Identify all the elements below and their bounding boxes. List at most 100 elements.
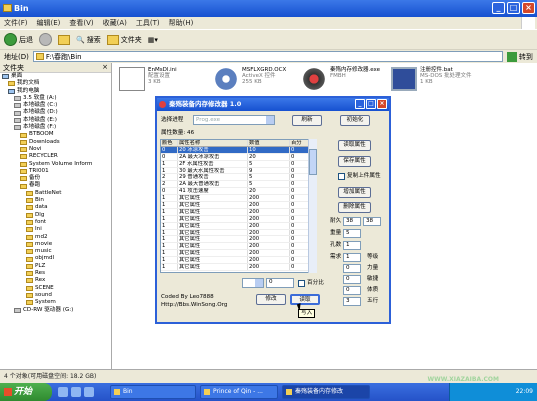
menu-favorites[interactable]: 收藏(A) [103, 18, 127, 28]
tree-item[interactable]: 备份 [0, 175, 111, 182]
tree-item[interactable]: Rex [0, 277, 111, 284]
table-row[interactable]: 2 2A 最大普通攻击 5 0 [161, 181, 316, 189]
tree-item[interactable]: PLZ [0, 263, 111, 270]
menu-tools[interactable]: 工具(T) [136, 18, 160, 28]
maximize-button[interactable]: □ [507, 2, 520, 14]
process-select[interactable]: Prog.exe [193, 115, 275, 125]
media-icon[interactable] [84, 387, 94, 397]
tree-item[interactable]: objmdl [0, 255, 111, 262]
tree-item[interactable]: SCENE [0, 285, 111, 292]
column-header-name[interactable]: 属性名称 [178, 140, 248, 146]
tree-item[interactable]: sound [0, 292, 111, 299]
tree-item[interactable]: 我的文档 [0, 80, 111, 87]
dialog-minimize-button[interactable]: _ [355, 99, 365, 109]
tree-item[interactable]: 本地磁盘 (E:) [0, 117, 111, 124]
menu-file[interactable]: 文件(F) [4, 18, 28, 28]
table-row[interactable]: 0 20 冰凉攻击 10 0 [161, 146, 316, 154]
percent-checkbox[interactable] [298, 280, 305, 287]
menu-edit[interactable]: 编辑(E) [37, 18, 61, 28]
column-header-percent[interactable]: 百分 [290, 140, 310, 146]
tree-item[interactable]: TRI001 [0, 168, 111, 175]
tree-item[interactable]: System [0, 299, 111, 306]
close-button[interactable]: × [522, 2, 535, 14]
tree-item[interactable]: BattleNet [0, 190, 111, 197]
delete-attribute-button[interactable]: 删除属性 [338, 202, 371, 213]
file-item[interactable]: EnMsDl.ini 配置设置 3 KB [119, 67, 177, 91]
read-attributes-button[interactable]: 读取属性 [338, 140, 371, 151]
holes-input[interactable]: 1 [343, 241, 361, 250]
value-select[interactable] [242, 278, 264, 288]
copy-attrs-checkbox[interactable] [338, 173, 345, 180]
table-row[interactable]: 1 其它属性 200 0 [161, 236, 316, 244]
address-input[interactable]: F:\春跑\Bin [32, 51, 503, 62]
column-header-color[interactable]: 颜色 [161, 140, 178, 146]
read-button[interactable]: 读取 [290, 294, 320, 305]
init-button[interactable]: 初始化 [340, 115, 370, 126]
column-header-value[interactable]: 数值 [248, 140, 290, 146]
start-button[interactable]: 开始 [0, 383, 52, 401]
scrollbar-thumb[interactable] [309, 149, 317, 175]
tree-item[interactable]: CD-RW 驱动器 (G:) [0, 307, 111, 314]
back-button[interactable]: 后退 [4, 33, 33, 46]
dialog-maximize-button[interactable]: □ [366, 99, 376, 109]
go-button[interactable]: 转到 [506, 51, 533, 62]
tree-item[interactable]: Ini [0, 226, 111, 233]
taskbar-item-bin[interactable]: Bin [110, 385, 196, 399]
tree-item[interactable]: movie [0, 241, 111, 248]
tree-item[interactable]: data [0, 204, 111, 211]
table-row[interactable]: 1 其它属性 200 0 [161, 257, 316, 265]
durability-current-input[interactable]: 38 [343, 217, 361, 226]
forward-button[interactable] [39, 33, 52, 46]
table-row[interactable]: 0 2A 最大冰凉攻击 20 0 [161, 153, 316, 161]
tree-item[interactable]: font [0, 219, 111, 226]
tree-item[interactable]: BTBOOM [0, 131, 111, 138]
folders-button[interactable]: 文件夹 [106, 34, 142, 45]
modify-button[interactable]: 修改 [256, 294, 286, 305]
taskbar-item-trainer[interactable]: 秦殇装备内存修改 [282, 385, 370, 399]
file-item[interactable]: 秦殇内存修改器.exe FMBH [301, 67, 380, 91]
table-row[interactable]: 0 41 攻击速度 20 0 [161, 188, 316, 196]
requirement-input[interactable]: 1 [343, 253, 361, 262]
up-button[interactable] [58, 34, 70, 45]
table-row[interactable]: 1 30 最大水属性攻击 9 0 [161, 167, 316, 175]
tree-item[interactable]: md2 [0, 234, 111, 241]
views-button[interactable]: ▦▾ [148, 36, 158, 44]
durability-max-input[interactable]: 38 [363, 217, 381, 226]
strength-input[interactable]: 0 [343, 264, 361, 273]
add-attribute-button[interactable]: 增加属性 [338, 187, 371, 198]
ie-icon[interactable] [71, 387, 81, 397]
table-row[interactable]: 1 其它属性 200 0 [161, 264, 316, 271]
tree-item[interactable]: music [0, 248, 111, 255]
attribute-table[interactable]: 颜色 属性名称 数值 百分 0 20 冰凉攻击 10 0 0 2A 最大冰凉攻击 20 0 1 2… [160, 139, 317, 273]
constitution-input[interactable]: 0 [343, 286, 361, 295]
file-item[interactable]: 注册控件.bat MS-DOS 批处理文件 1 KB [391, 67, 472, 91]
folder-pane-close-button[interactable]: × [102, 63, 108, 72]
weight-input[interactable]: 5 [343, 229, 361, 238]
five-elements-input[interactable]: 3 [343, 297, 361, 306]
tree-item[interactable]: Novi [0, 146, 111, 153]
table-row[interactable]: 1 2F 水属性攻击 5 0 [161, 160, 316, 168]
table-row[interactable]: 1 其它属性 200 0 [161, 222, 316, 230]
refresh-button[interactable]: 刷新 [292, 115, 322, 126]
table-row[interactable]: 1 其它属性 200 0 [161, 202, 316, 209]
file-item[interactable]: MSFLXGRD.OCX ActiveX 控件 255 KB [213, 67, 286, 91]
tree-item[interactable]: System Volume Inform [0, 161, 111, 168]
tree-item[interactable]: Bin [0, 197, 111, 204]
agility-input[interactable]: 0 [343, 275, 361, 284]
menu-help[interactable]: 帮助(H) [169, 18, 194, 28]
table-row[interactable]: 1 其它属性 200 0 [161, 229, 316, 237]
tree-item[interactable]: 本地磁盘 (F:) [0, 124, 111, 131]
tree-item[interactable]: Downloads [0, 139, 111, 146]
tree-item[interactable]: Res [0, 270, 111, 277]
table-row[interactable]: 1 其它属性 200 0 [161, 243, 316, 251]
search-button[interactable]: 🔍 搜索 [76, 35, 101, 45]
tree-item[interactable]: RECYCLER [0, 153, 111, 160]
table-row[interactable]: 1 其它属性 200 0 [161, 195, 316, 203]
dialog-close-button[interactable]: × [377, 99, 387, 109]
tree-item[interactable]: 本地磁盘 (D:) [0, 109, 111, 116]
desktop-icon[interactable] [58, 387, 68, 397]
tree-item[interactable]: Dlg [0, 212, 111, 219]
value-input[interactable]: 0 [266, 278, 294, 288]
table-row[interactable]: 1 其它属性 200 0 [161, 250, 316, 258]
tree-item[interactable]: 春跑 [0, 182, 111, 189]
